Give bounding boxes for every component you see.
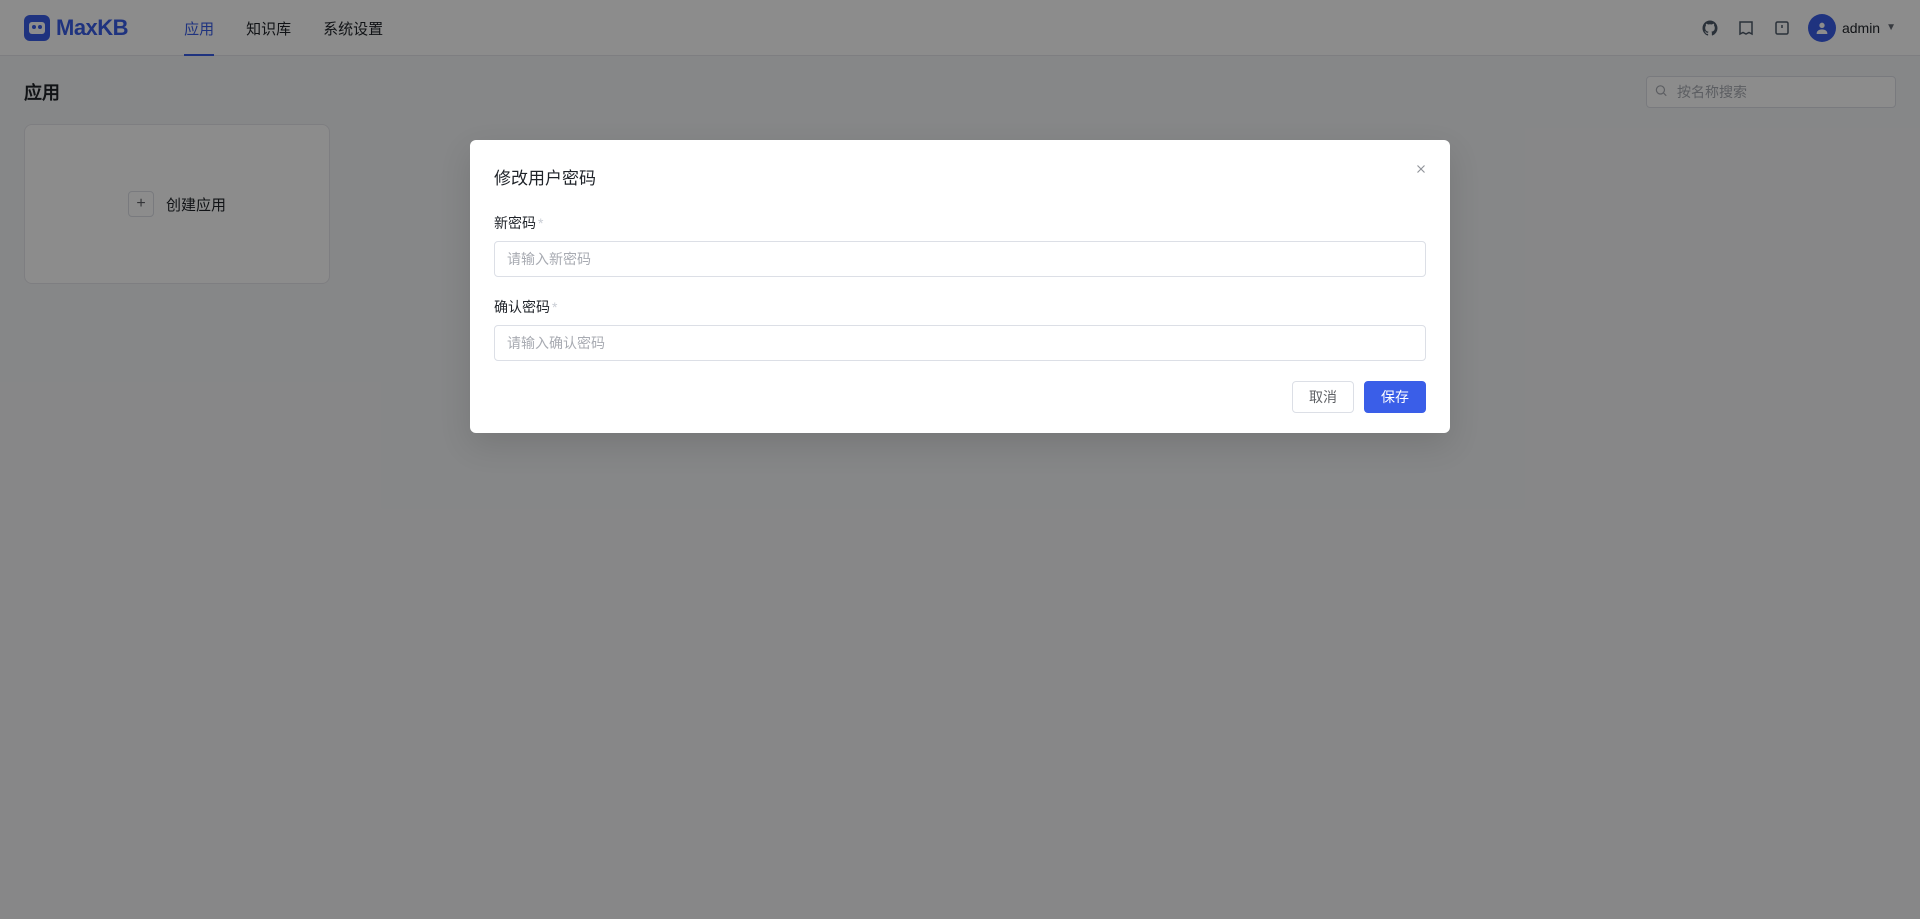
confirm-password-label: 确认密码* [494, 297, 1426, 317]
dialog-title: 修改用户密码 [494, 164, 1426, 189]
form-item-new-password: 新密码* [494, 213, 1426, 277]
modal-overlay[interactable]: 修改用户密码 新密码* 确认密码* 取消 保存 [0, 0, 1920, 919]
close-icon[interactable] [1412, 160, 1430, 178]
new-password-input[interactable] [494, 241, 1426, 277]
required-mark: * [552, 299, 557, 315]
label-text: 确认密码 [494, 299, 550, 315]
cancel-button[interactable]: 取消 [1292, 381, 1354, 413]
label-text: 新密码 [494, 215, 536, 231]
confirm-password-input[interactable] [494, 325, 1426, 361]
new-password-label: 新密码* [494, 213, 1426, 233]
save-button[interactable]: 保存 [1364, 381, 1426, 413]
form-item-confirm-password: 确认密码* [494, 297, 1426, 361]
dialog-footer: 取消 保存 [494, 381, 1426, 413]
change-password-dialog: 修改用户密码 新密码* 确认密码* 取消 保存 [470, 140, 1450, 433]
required-mark: * [538, 215, 543, 231]
